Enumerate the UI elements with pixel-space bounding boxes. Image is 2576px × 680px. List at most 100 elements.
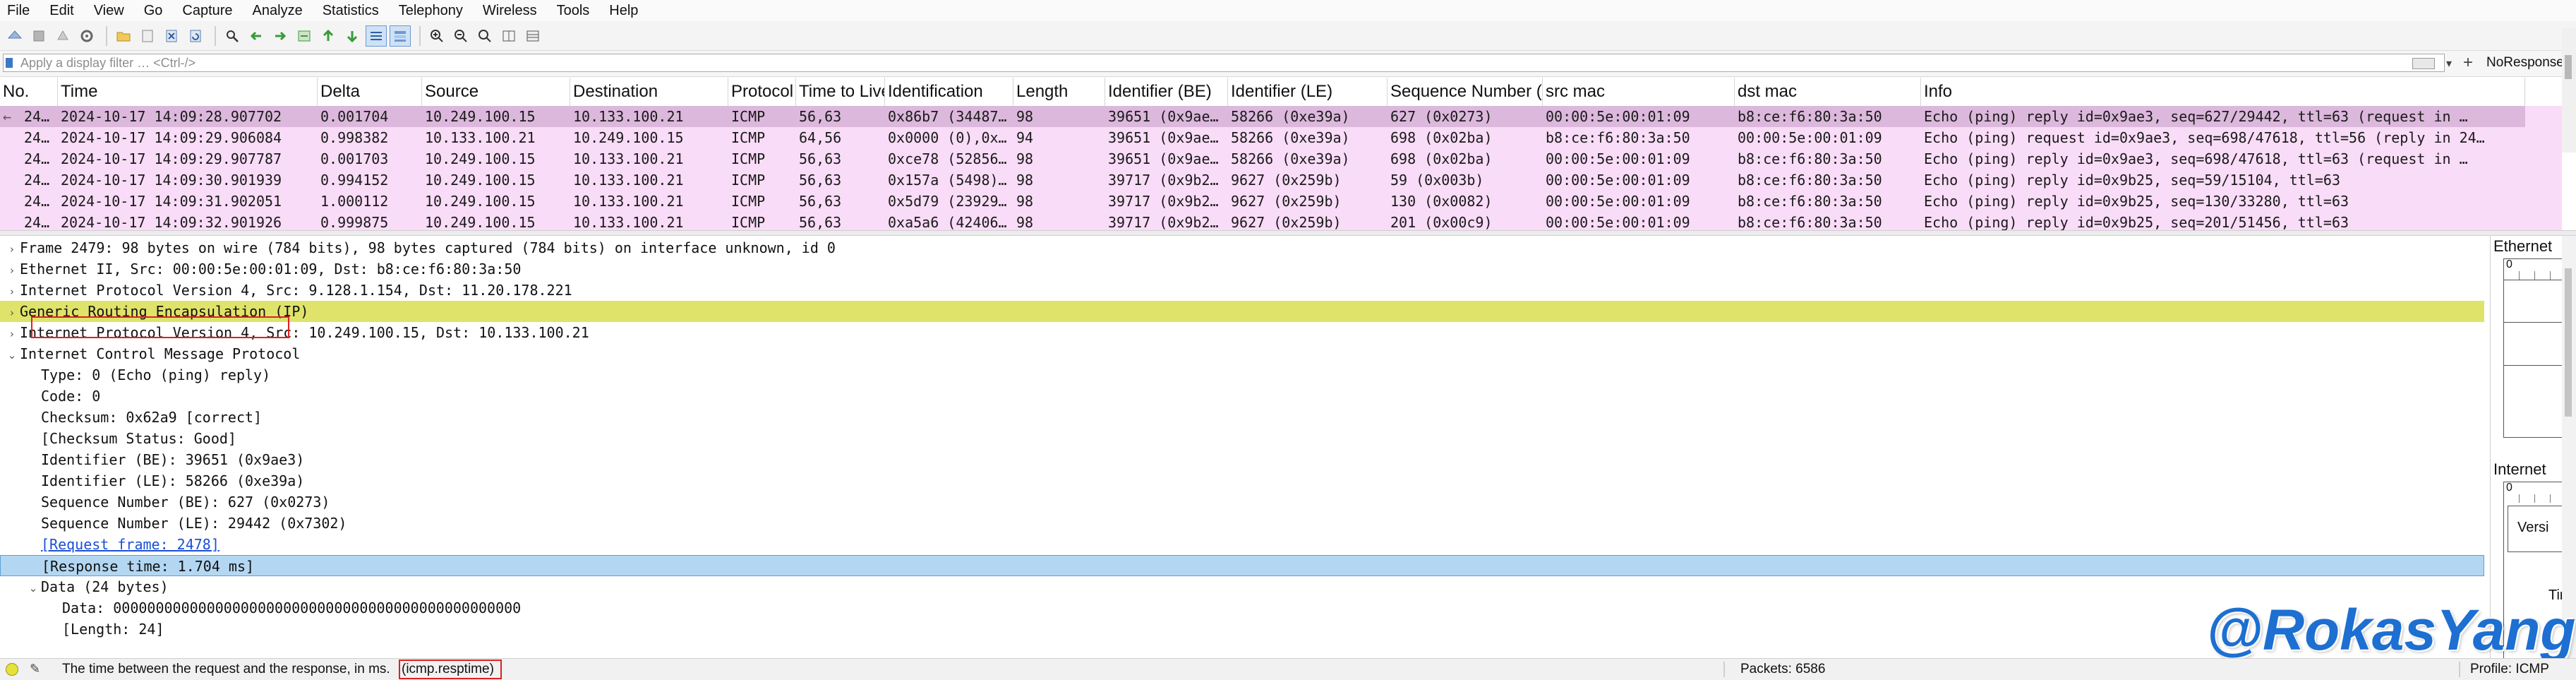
status-profile[interactable]: Profile: ICMP	[2470, 662, 2549, 677]
colorize-icon[interactable]	[390, 25, 411, 47]
detail-row[interactable]: Data: 0000000000000000000000000000000000…	[0, 597, 2484, 619]
collapse-arrow-icon[interactable]: ⌄	[25, 578, 41, 599]
menu-view[interactable]: View	[94, 3, 124, 19]
pane-splitter[interactable]	[0, 230, 2576, 236]
packet-list-scrollbar-thumb[interactable]	[2565, 55, 2572, 79]
noresponse-filter-button[interactable]: NoResponse	[2486, 55, 2564, 71]
expand-icon[interactable]	[522, 25, 543, 47]
column-header[interactable]: Length	[1013, 78, 1105, 106]
packet-row[interactable]: 24… 2024-10-17 14:09:31.902051 1.000112 10.…	[0, 191, 2525, 212]
detail-row[interactable]: [Request frame: 2478]	[0, 534, 2484, 555]
chevron-down-icon[interactable]: ▾	[2446, 56, 2452, 71]
zoom-in-icon[interactable]	[426, 25, 447, 47]
close-file-icon[interactable]	[161, 25, 182, 47]
column-header[interactable]: Protocol	[728, 78, 796, 106]
menu-edit[interactable]: Edit	[49, 3, 73, 19]
detail-row[interactable]: Checksum: 0x62a9 [correct]	[0, 407, 2484, 428]
detail-row[interactable]: [Checksum Status: Good]	[0, 428, 2484, 449]
detail-row[interactable]: Type: 0 (Echo (ping) reply)	[0, 364, 2484, 386]
menu-capture[interactable]: Capture	[182, 3, 232, 19]
autoscroll-icon[interactable]	[366, 25, 387, 47]
detail-row[interactable]: Code: 0	[0, 386, 2484, 407]
zoom-out-icon[interactable]	[450, 25, 471, 47]
detail-row[interactable]: Sequence Number (BE): 627 (0x0273)	[0, 491, 2484, 513]
collapse-arrow-icon[interactable]: ⌄	[4, 345, 20, 366]
detail-row[interactable]: › Internet Protocol Version 4, Src: 10.24…	[0, 322, 2484, 343]
zoom-normal-icon[interactable]	[474, 25, 495, 47]
packet-cell-src: 10.249.100.15	[425, 193, 536, 210]
expand-arrow-icon[interactable]: ›	[4, 239, 20, 260]
expand-arrow-icon[interactable]: ›	[4, 260, 20, 281]
first-packet-icon[interactable]	[318, 25, 339, 47]
detail-row[interactable]: [Response time: 1.704 ms]	[0, 555, 2484, 576]
menu-analyze[interactable]: Analyze	[253, 3, 303, 19]
last-packet-icon[interactable]	[342, 25, 363, 47]
packet-row[interactable]: 24… 2024-10-17 14:09:30.901939 0.994152 10.…	[0, 169, 2525, 191]
options-gear-icon[interactable]	[76, 25, 97, 47]
menu-telephony[interactable]: Telephony	[399, 3, 463, 19]
detail-text: Identifier (LE): 58266 (0xe39a)	[41, 472, 305, 489]
open-folder-icon[interactable]	[113, 25, 134, 47]
detail-row[interactable]: Identifier (LE): 58266 (0xe39a)	[0, 470, 2484, 491]
request-frame-link[interactable]: [Request frame: 2478]	[41, 536, 219, 553]
edit-comment-icon[interactable]: ✎	[30, 662, 40, 676]
display-filter-input[interactable]	[3, 54, 2445, 72]
packet-cell-src: 10.249.100.15	[425, 172, 536, 189]
forward-arrow-icon[interactable]	[270, 25, 291, 47]
detail-row[interactable]: › Ethernet II, Src: 00:00:5e:00:01:09, Ds…	[0, 258, 2484, 280]
expand-arrow-icon[interactable]: ›	[4, 281, 20, 302]
column-header[interactable]: Source	[422, 78, 570, 106]
menu-tools[interactable]: Tools	[557, 3, 590, 19]
bookmark-icon[interactable]	[6, 58, 13, 68]
column-header[interactable]: Sequence Number (	[1388, 78, 1543, 106]
menu-help[interactable]: Help	[609, 3, 638, 19]
packet-cell-idbe: 39651 (0x9ae…	[1108, 150, 1219, 167]
menu-go[interactable]: Go	[144, 3, 163, 19]
menu-wireless[interactable]: Wireless	[483, 3, 537, 19]
column-header[interactable]: No.	[0, 78, 58, 106]
detail-row[interactable]: › Generic Routing Encapsulation (IP)	[0, 301, 2484, 322]
go-to-packet-icon[interactable]	[294, 25, 315, 47]
find-icon[interactable]	[222, 25, 243, 47]
expert-info-icon[interactable]	[6, 663, 18, 676]
menu-file[interactable]: File	[7, 3, 30, 19]
detail-row[interactable]: Identifier (BE): 39651 (0x9ae3)	[0, 449, 2484, 470]
detail-row[interactable]: ⌄ Data (24 bytes)	[0, 576, 2484, 597]
packet-cell-delta: 0.994152	[320, 172, 389, 189]
expand-arrow-icon[interactable]: ›	[4, 323, 20, 345]
packet-cell-time: 2024-10-17 14:09:31.902051	[61, 193, 282, 210]
menu-statistics[interactable]: Statistics	[323, 3, 379, 19]
save-file-icon[interactable]	[137, 25, 158, 47]
back-arrow-icon[interactable]	[246, 25, 267, 47]
filter-expression-button[interactable]	[2412, 58, 2435, 69]
resize-columns-icon[interactable]	[498, 25, 519, 47]
column-header[interactable]: Destination	[570, 78, 728, 106]
detail-row[interactable]: ⌄ Internet Control Message Protocol	[0, 343, 2484, 364]
bytes-pane-scrollbar-thumb[interactable]	[2565, 268, 2572, 417]
packet-row[interactable]: 24… 2024-10-17 14:09:32.901926 0.999875 10.…	[0, 212, 2525, 230]
reload-icon[interactable]	[185, 25, 206, 47]
shark-start-icon[interactable]	[4, 25, 25, 47]
column-header[interactable]: Identifier (BE)	[1105, 78, 1228, 106]
detail-row[interactable]: › Internet Protocol Version 4, Src: 9.128…	[0, 280, 2484, 301]
column-header[interactable]: Identification	[885, 78, 1013, 106]
column-header[interactable]: dst mac	[1735, 78, 1921, 106]
column-header[interactable]: Info	[1921, 78, 2525, 106]
packet-row[interactable]: 24… 2024-10-17 14:09:29.907787 0.001703 10.…	[0, 148, 2525, 169]
packet-row[interactable]: ← 24… 2024-10-17 14:09:28.907702 0.001704 10…	[0, 106, 2525, 127]
detail-row[interactable]: › Frame 2479: 98 bytes on wire (784 bits)…	[0, 237, 2484, 258]
column-header[interactable]: Time to Live	[796, 78, 885, 106]
column-header[interactable]: Time	[58, 78, 318, 106]
column-header[interactable]: src mac	[1543, 78, 1735, 106]
stop-icon[interactable]	[28, 25, 49, 47]
packet-row[interactable]: 24… 2024-10-17 14:09:29.906084 0.998382 10.…	[0, 127, 2525, 148]
packet-list-scrollbar[interactable]	[2562, 28, 2576, 153]
add-filter-button[interactable]: +	[2463, 53, 2473, 73]
detail-row[interactable]: Sequence Number (LE): 29442 (0x7302)	[0, 513, 2484, 534]
detail-row[interactable]: [Length: 24]	[0, 619, 2484, 640]
packet-cell-delta: 0.001703	[320, 150, 389, 167]
expand-arrow-icon[interactable]: ›	[4, 302, 20, 323]
column-header[interactable]: Identifier (LE)	[1228, 78, 1388, 106]
restart-icon[interactable]	[52, 25, 73, 47]
column-header[interactable]: Delta	[318, 78, 422, 106]
